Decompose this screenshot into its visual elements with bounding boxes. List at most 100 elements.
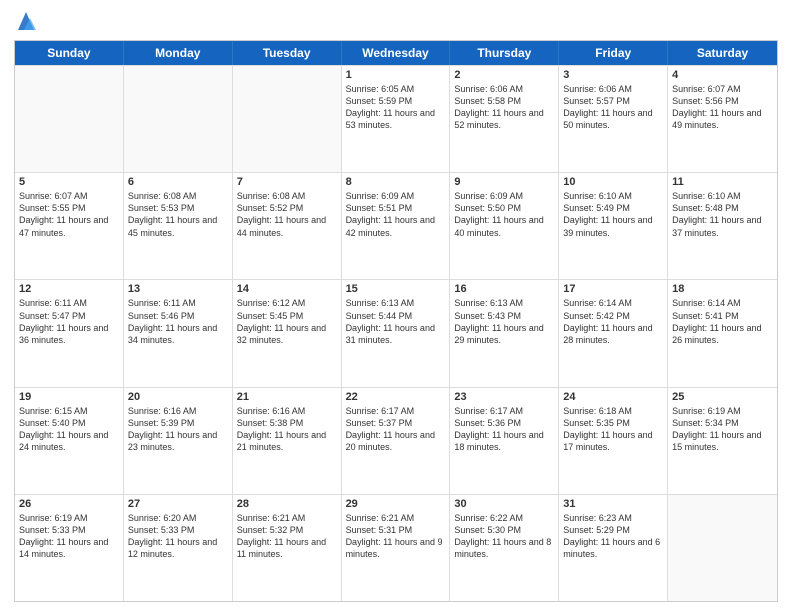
logo-icon bbox=[16, 8, 36, 32]
day-number: 28 bbox=[237, 498, 337, 510]
day-info: Sunrise: 6:23 AM Sunset: 5:29 PM Dayligh… bbox=[563, 512, 663, 561]
calendar-day-26: 26 Sunrise: 6:19 AM Sunset: 5:33 PM Dayli… bbox=[15, 495, 124, 601]
day-number: 12 bbox=[19, 283, 119, 295]
day-number: 13 bbox=[128, 283, 228, 295]
day-info: Sunrise: 6:06 AM Sunset: 5:58 PM Dayligh… bbox=[454, 83, 554, 132]
day-info: Sunrise: 6:08 AM Sunset: 5:53 PM Dayligh… bbox=[128, 190, 228, 239]
calendar-day-18: 18 Sunrise: 6:14 AM Sunset: 5:41 PM Dayli… bbox=[668, 280, 777, 386]
day-info: Sunrise: 6:10 AM Sunset: 5:48 PM Dayligh… bbox=[672, 190, 773, 239]
calendar-day-empty bbox=[668, 495, 777, 601]
day-number: 23 bbox=[454, 391, 554, 403]
calendar-day-13: 13 Sunrise: 6:11 AM Sunset: 5:46 PM Dayli… bbox=[124, 280, 233, 386]
day-number: 14 bbox=[237, 283, 337, 295]
calendar-day-25: 25 Sunrise: 6:19 AM Sunset: 5:34 PM Dayli… bbox=[668, 388, 777, 494]
day-number: 27 bbox=[128, 498, 228, 510]
day-info: Sunrise: 6:05 AM Sunset: 5:59 PM Dayligh… bbox=[346, 83, 446, 132]
calendar-day-4: 4 Sunrise: 6:07 AM Sunset: 5:56 PM Daylig… bbox=[668, 66, 777, 172]
day-header-tuesday: Tuesday bbox=[233, 41, 342, 65]
day-header-monday: Monday bbox=[124, 41, 233, 65]
day-number: 10 bbox=[563, 176, 663, 188]
day-header-thursday: Thursday bbox=[450, 41, 559, 65]
calendar-day-10: 10 Sunrise: 6:10 AM Sunset: 5:49 PM Dayli… bbox=[559, 173, 668, 279]
calendar-day-19: 19Sunrise: 6:15 AM Sunset: 5:40 PM Dayli… bbox=[15, 388, 124, 494]
calendar-day-empty bbox=[15, 66, 124, 172]
day-number: 4 bbox=[672, 69, 773, 81]
day-header-wednesday: Wednesday bbox=[342, 41, 451, 65]
day-number: 1 bbox=[346, 69, 446, 81]
day-number: 6 bbox=[128, 176, 228, 188]
calendar-day-empty bbox=[233, 66, 342, 172]
day-info: Sunrise: 6:08 AM Sunset: 5:52 PM Dayligh… bbox=[237, 190, 337, 239]
calendar-day-7: 7 Sunrise: 6:08 AM Sunset: 5:52 PM Daylig… bbox=[233, 173, 342, 279]
day-info: Sunrise: 6:11 AM Sunset: 5:47 PM Dayligh… bbox=[19, 297, 119, 346]
calendar-day-28: 28Sunrise: 6:21 AM Sunset: 5:32 PM Dayli… bbox=[233, 495, 342, 601]
calendar-week-1: 1 Sunrise: 6:05 AM Sunset: 5:59 PM Daylig… bbox=[15, 65, 777, 172]
day-header-sunday: Sunday bbox=[15, 41, 124, 65]
header bbox=[14, 10, 778, 32]
logo bbox=[14, 10, 36, 32]
day-info: Sunrise: 6:17 AM Sunset: 5:37 PM Dayligh… bbox=[346, 405, 446, 454]
day-info: Sunrise: 6:17 AM Sunset: 5:36 PM Dayligh… bbox=[454, 405, 554, 454]
day-info: Sunrise: 6:15 AM Sunset: 5:40 PM Dayligh… bbox=[19, 405, 119, 454]
calendar: SundayMondayTuesdayWednesdayThursdayFrid… bbox=[14, 40, 778, 602]
day-number: 20 bbox=[128, 391, 228, 403]
day-info: Sunrise: 6:16 AM Sunset: 5:39 PM Dayligh… bbox=[128, 405, 228, 454]
day-info: Sunrise: 6:14 AM Sunset: 5:41 PM Dayligh… bbox=[672, 297, 773, 346]
calendar-day-2: 2 Sunrise: 6:06 AM Sunset: 5:58 PM Daylig… bbox=[450, 66, 559, 172]
day-header-saturday: Saturday bbox=[668, 41, 777, 65]
calendar-day-6: 6 Sunrise: 6:08 AM Sunset: 5:53 PM Daylig… bbox=[124, 173, 233, 279]
day-number: 25 bbox=[672, 391, 773, 403]
day-info: Sunrise: 6:13 AM Sunset: 5:44 PM Dayligh… bbox=[346, 297, 446, 346]
day-number: 21 bbox=[237, 391, 337, 403]
day-info: Sunrise: 6:19 AM Sunset: 5:34 PM Dayligh… bbox=[672, 405, 773, 454]
day-number: 9 bbox=[454, 176, 554, 188]
calendar-day-30: 30Sunrise: 6:22 AM Sunset: 5:30 PM Dayli… bbox=[450, 495, 559, 601]
day-info: Sunrise: 6:06 AM Sunset: 5:57 PM Dayligh… bbox=[563, 83, 663, 132]
calendar-day-29: 29Sunrise: 6:21 AM Sunset: 5:31 PM Dayli… bbox=[342, 495, 451, 601]
day-header-friday: Friday bbox=[559, 41, 668, 65]
day-number: 18 bbox=[672, 283, 773, 295]
calendar-week-5: 26 Sunrise: 6:19 AM Sunset: 5:33 PM Dayli… bbox=[15, 494, 777, 601]
day-info: Sunrise: 6:18 AM Sunset: 5:35 PM Dayligh… bbox=[563, 405, 663, 454]
calendar-day-1: 1 Sunrise: 6:05 AM Sunset: 5:59 PM Daylig… bbox=[342, 66, 451, 172]
calendar-day-16: 16 Sunrise: 6:13 AM Sunset: 5:43 PM Dayli… bbox=[450, 280, 559, 386]
day-number: 26 bbox=[19, 498, 119, 510]
day-info: Sunrise: 6:11 AM Sunset: 5:46 PM Dayligh… bbox=[128, 297, 228, 346]
day-number: 24 bbox=[563, 391, 663, 403]
day-info: Sunrise: 6:14 AM Sunset: 5:42 PM Dayligh… bbox=[563, 297, 663, 346]
day-info: Sunrise: 6:22 AM Sunset: 5:30 PM Dayligh… bbox=[454, 512, 554, 561]
day-number: 31 bbox=[563, 498, 663, 510]
day-number: 8 bbox=[346, 176, 446, 188]
day-number: 16 bbox=[454, 283, 554, 295]
day-info: Sunrise: 6:16 AM Sunset: 5:38 PM Dayligh… bbox=[237, 405, 337, 454]
day-number: 17 bbox=[563, 283, 663, 295]
calendar-body: 1 Sunrise: 6:05 AM Sunset: 5:59 PM Daylig… bbox=[15, 65, 777, 601]
calendar-day-15: 15 Sunrise: 6:13 AM Sunset: 5:44 PM Dayli… bbox=[342, 280, 451, 386]
calendar-day-14: 14 Sunrise: 6:12 AM Sunset: 5:45 PM Dayli… bbox=[233, 280, 342, 386]
calendar-day-9: 9Sunrise: 6:09 AM Sunset: 5:50 PM Daylig… bbox=[450, 173, 559, 279]
day-info: Sunrise: 6:13 AM Sunset: 5:43 PM Dayligh… bbox=[454, 297, 554, 346]
day-info: Sunrise: 6:12 AM Sunset: 5:45 PM Dayligh… bbox=[237, 297, 337, 346]
calendar-day-11: 11Sunrise: 6:10 AM Sunset: 5:48 PM Dayli… bbox=[668, 173, 777, 279]
day-info: Sunrise: 6:20 AM Sunset: 5:33 PM Dayligh… bbox=[128, 512, 228, 561]
calendar-day-empty bbox=[124, 66, 233, 172]
day-number: 22 bbox=[346, 391, 446, 403]
calendar-day-12: 12 Sunrise: 6:11 AM Sunset: 5:47 PM Dayli… bbox=[15, 280, 124, 386]
day-number: 15 bbox=[346, 283, 446, 295]
calendar-day-23: 23 Sunrise: 6:17 AM Sunset: 5:36 PM Dayli… bbox=[450, 388, 559, 494]
day-number: 5 bbox=[19, 176, 119, 188]
calendar-day-3: 3Sunrise: 6:06 AM Sunset: 5:57 PM Daylig… bbox=[559, 66, 668, 172]
day-info: Sunrise: 6:10 AM Sunset: 5:49 PM Dayligh… bbox=[563, 190, 663, 239]
day-info: Sunrise: 6:19 AM Sunset: 5:33 PM Dayligh… bbox=[19, 512, 119, 561]
day-info: Sunrise: 6:21 AM Sunset: 5:31 PM Dayligh… bbox=[346, 512, 446, 561]
day-info: Sunrise: 6:07 AM Sunset: 5:56 PM Dayligh… bbox=[672, 83, 773, 132]
calendar-day-31: 31 Sunrise: 6:23 AM Sunset: 5:29 PM Dayli… bbox=[559, 495, 668, 601]
day-number: 7 bbox=[237, 176, 337, 188]
day-number: 2 bbox=[454, 69, 554, 81]
calendar-day-24: 24 Sunrise: 6:18 AM Sunset: 5:35 PM Dayli… bbox=[559, 388, 668, 494]
calendar-week-2: 5Sunrise: 6:07 AM Sunset: 5:55 PM Daylig… bbox=[15, 172, 777, 279]
calendar-week-4: 19Sunrise: 6:15 AM Sunset: 5:40 PM Dayli… bbox=[15, 387, 777, 494]
calendar-day-27: 27 Sunrise: 6:20 AM Sunset: 5:33 PM Dayli… bbox=[124, 495, 233, 601]
page: SundayMondayTuesdayWednesdayThursdayFrid… bbox=[0, 0, 792, 612]
calendar-week-3: 12 Sunrise: 6:11 AM Sunset: 5:47 PM Dayli… bbox=[15, 279, 777, 386]
